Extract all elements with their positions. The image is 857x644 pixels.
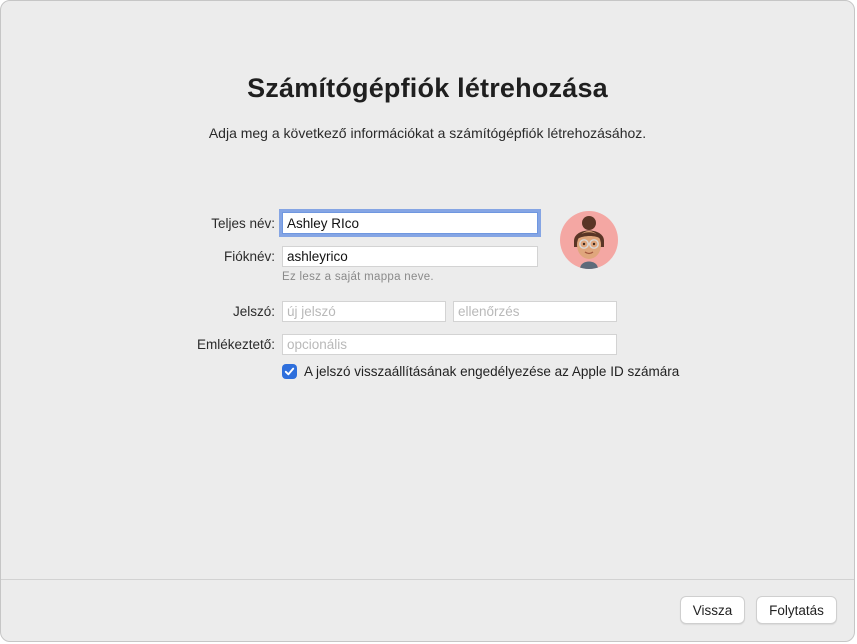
password-field[interactable] xyxy=(282,301,446,322)
setup-window: Számítógépfiók létrehozása Adja meg a kö… xyxy=(0,0,855,642)
page-subtitle: Adja meg a következő információkat a szá… xyxy=(208,125,647,141)
full-name-label: Teljes név: xyxy=(211,216,275,231)
password-hint-field[interactable] xyxy=(282,334,617,355)
account-name-field[interactable] xyxy=(282,246,538,267)
full-name-field[interactable] xyxy=(282,212,538,234)
footer-divider xyxy=(1,579,854,580)
apple-id-reset-label[interactable]: A jelszó visszaállításának engedélyezése… xyxy=(304,364,679,379)
hint-label: Emlékeztető: xyxy=(196,337,275,352)
apple-id-reset-checkbox[interactable] xyxy=(282,364,297,379)
account-name-hint: Ez lesz a saját mappa neve. xyxy=(282,271,434,283)
checkmark-icon xyxy=(284,367,295,376)
account-name-label: Fióknév: xyxy=(223,249,275,264)
password-label: Jelszó: xyxy=(232,304,275,319)
continue-button[interactable]: Folytatás xyxy=(756,596,837,624)
memoji-avatar-icon[interactable] xyxy=(560,211,618,269)
back-button[interactable]: Vissza xyxy=(680,596,745,624)
page-title: Számítógépfiók létrehozása xyxy=(247,73,608,103)
password-verify-field[interactable] xyxy=(453,301,617,322)
